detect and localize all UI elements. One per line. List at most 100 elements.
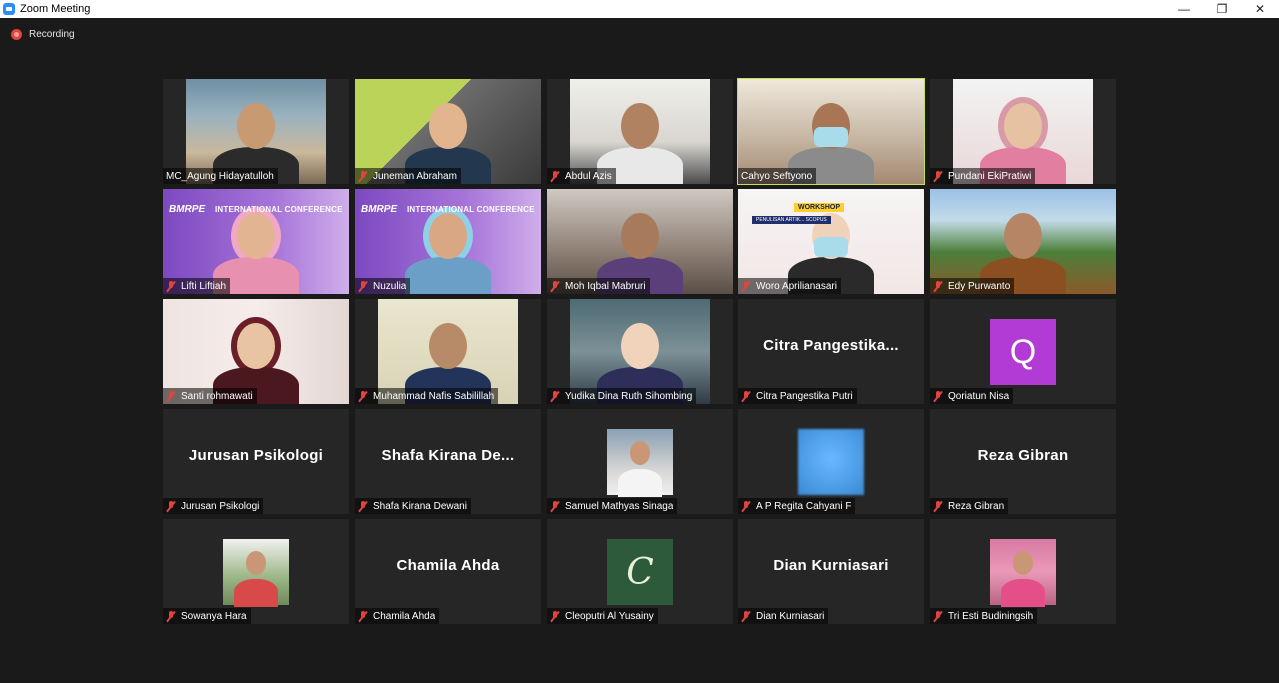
participant-face bbox=[621, 323, 659, 369]
participant-tile[interactable]: Reza Gibran Reza Gibran bbox=[930, 409, 1116, 514]
participant-tile[interactable]: Shafa Kirana De... Shafa Kirana Dewani bbox=[355, 409, 541, 514]
conference-logo: BMRPE bbox=[169, 204, 206, 215]
participant-tile[interactable]: C Cleoputri Al Yusainy bbox=[547, 519, 733, 624]
participant-tile[interactable]: A P Regita Cahyani F bbox=[738, 409, 924, 514]
mic-muted-icon bbox=[166, 390, 176, 402]
participant-tile[interactable]: Santi rohmawati bbox=[163, 299, 349, 404]
participant-nameplate: Nuzulia bbox=[355, 278, 411, 294]
title-bar: Zoom Meeting — ❐ ✕ bbox=[0, 0, 1279, 18]
participant-nameplate: Santi rohmawati bbox=[163, 388, 257, 404]
mic-muted-icon bbox=[741, 280, 751, 292]
mic-muted-icon bbox=[358, 500, 368, 512]
participant-tile[interactable]: Dian Kurniasari Dian Kurniasari bbox=[738, 519, 924, 624]
participant-tile[interactable]: Pundani EkiPratiwi bbox=[930, 79, 1116, 184]
avatar-blurred bbox=[798, 429, 864, 495]
participant-face bbox=[621, 213, 659, 259]
participant-tile[interactable]: MC_Agung Hidayatulloh bbox=[163, 79, 349, 184]
participant-tile[interactable]: Abdul Azis bbox=[547, 79, 733, 184]
participant-display-name: Shafa Kirana De... bbox=[381, 447, 515, 464]
participant-tile[interactable]: Sowanya Hara bbox=[163, 519, 349, 624]
avatar-photo bbox=[223, 539, 289, 607]
participant-tile[interactable]: Jurusan Psikologi Jurusan Psikologi bbox=[163, 409, 349, 514]
mic-muted-icon bbox=[550, 390, 560, 402]
avatar-letter: Q bbox=[990, 319, 1056, 385]
participant-name: Moh Iqbal Mabruri bbox=[565, 280, 646, 292]
participant-name: Woro Aprilianasari bbox=[756, 280, 837, 292]
conference-banner: BMRPE INTERNATIONAL CONFERENCE bbox=[163, 189, 349, 229]
participant-tile[interactable]: Cahyo Seftyono bbox=[737, 78, 925, 185]
participant-face bbox=[1004, 103, 1042, 149]
participant-nameplate: Sowanya Hara bbox=[163, 608, 251, 624]
participant-nameplate: Chamila Ahda bbox=[355, 608, 440, 624]
participant-tile[interactable]: Juneman Abraham bbox=[355, 79, 541, 184]
participant-face bbox=[237, 323, 275, 369]
gallery-grid: MC_Agung Hidayatulloh Juneman Abraham Abdu… bbox=[163, 78, 1116, 624]
meeting-stage: Recording MC_Agung Hidayatulloh Juneman A… bbox=[0, 18, 1279, 683]
mic-muted-icon bbox=[550, 280, 560, 292]
mic-muted-icon bbox=[741, 390, 751, 402]
minimize-icon[interactable]: — bbox=[1165, 0, 1203, 18]
participant-tile[interactable]: BMRPE INTERNATIONAL CONFERENCE Nuzulia bbox=[355, 189, 541, 294]
mic-muted-icon bbox=[166, 500, 176, 512]
participant-nameplate: Qoriatun Nisa bbox=[930, 388, 1014, 404]
participant-display-name: Reza Gibran bbox=[977, 447, 1069, 464]
participant-nameplate: Reza Gibran bbox=[930, 498, 1009, 514]
participant-name: Reza Gibran bbox=[948, 500, 1005, 512]
participant-name: Lifti Liftiah bbox=[181, 280, 227, 292]
mic-muted-icon bbox=[358, 170, 368, 182]
face-mask bbox=[814, 127, 848, 147]
participant-name: Jurusan Psikologi bbox=[181, 500, 260, 512]
participant-nameplate: A P Regita Cahyani F bbox=[738, 498, 856, 514]
participant-nameplate: Lifti Liftiah bbox=[163, 278, 231, 294]
participant-name: Santi rohmawati bbox=[181, 390, 253, 402]
participant-name: Samuel Mathyas Sinaga bbox=[565, 500, 674, 512]
mic-muted-icon bbox=[933, 390, 943, 402]
participant-tile[interactable]: Citra Pangestika... Citra Pangestika Putr… bbox=[738, 299, 924, 404]
mic-muted-icon bbox=[358, 610, 368, 622]
participant-tile[interactable]: Yudika Dina Ruth Sihombing bbox=[547, 299, 733, 404]
participant-tile[interactable]: Q Qoriatun Nisa bbox=[930, 299, 1116, 404]
participant-name: Sowanya Hara bbox=[181, 610, 247, 622]
participant-name: Chamila Ahda bbox=[373, 610, 436, 622]
mic-muted-icon bbox=[741, 500, 751, 512]
participant-name: Juneman Abraham bbox=[373, 170, 457, 182]
participant-tile[interactable]: Chamila Ahda Chamila Ahda bbox=[355, 519, 541, 624]
mic-muted-icon bbox=[550, 610, 560, 622]
restore-icon[interactable]: ❐ bbox=[1203, 0, 1241, 18]
face-mask bbox=[814, 237, 848, 257]
mic-muted-icon bbox=[358, 280, 368, 292]
participant-face bbox=[429, 103, 467, 149]
participant-tile[interactable]: Tri Esti Budiningsih bbox=[930, 519, 1116, 624]
mic-muted-icon bbox=[933, 500, 943, 512]
conference-logo: BMRPE bbox=[361, 204, 398, 215]
participant-nameplate: MC_Agung Hidayatulloh bbox=[163, 168, 278, 184]
participant-face bbox=[1004, 213, 1042, 259]
recording-label: Recording bbox=[29, 29, 75, 40]
participant-tile[interactable]: BMRPE INTERNATIONAL CONFERENCE Lifti Lifti… bbox=[163, 189, 349, 294]
recording-indicator[interactable]: Recording bbox=[11, 29, 75, 40]
avatar-face bbox=[246, 551, 266, 575]
mic-muted-icon bbox=[550, 500, 560, 512]
workshop-banner: WORKSHOP bbox=[794, 203, 844, 212]
participant-face bbox=[237, 103, 275, 149]
mic-muted-icon bbox=[550, 170, 560, 182]
mic-muted-icon bbox=[166, 280, 176, 292]
mic-muted-icon bbox=[358, 390, 368, 402]
participant-nameplate: Dian Kurniasari bbox=[738, 608, 829, 624]
conference-banner: BMRPE INTERNATIONAL CONFERENCE bbox=[355, 189, 541, 229]
participant-tile[interactable]: Samuel Mathyas Sinaga bbox=[547, 409, 733, 514]
participant-name: MC_Agung Hidayatulloh bbox=[166, 170, 274, 182]
avatar-photo bbox=[990, 539, 1056, 607]
avatar-monogram: C bbox=[607, 539, 673, 605]
close-icon[interactable]: ✕ bbox=[1241, 0, 1279, 18]
participant-tile[interactable]: Muhammad Nafis Sabilillah bbox=[355, 299, 541, 404]
conference-title: INTERNATIONAL CONFERENCE bbox=[407, 205, 535, 214]
mic-muted-icon bbox=[166, 610, 176, 622]
participant-tile[interactable]: Moh Iqbal Mabruri bbox=[547, 189, 733, 294]
participant-tile[interactable]: WORKSHOP PENULISAN ARTIK... SCOPUS Woro Ap… bbox=[738, 189, 924, 294]
participant-name: Cleoputri Al Yusainy bbox=[565, 610, 654, 622]
participant-face bbox=[621, 103, 659, 149]
participant-name: Muhammad Nafis Sabilillah bbox=[373, 390, 495, 402]
avatar-body bbox=[234, 579, 278, 607]
participant-tile[interactable]: Edy Purwanto bbox=[930, 189, 1116, 294]
